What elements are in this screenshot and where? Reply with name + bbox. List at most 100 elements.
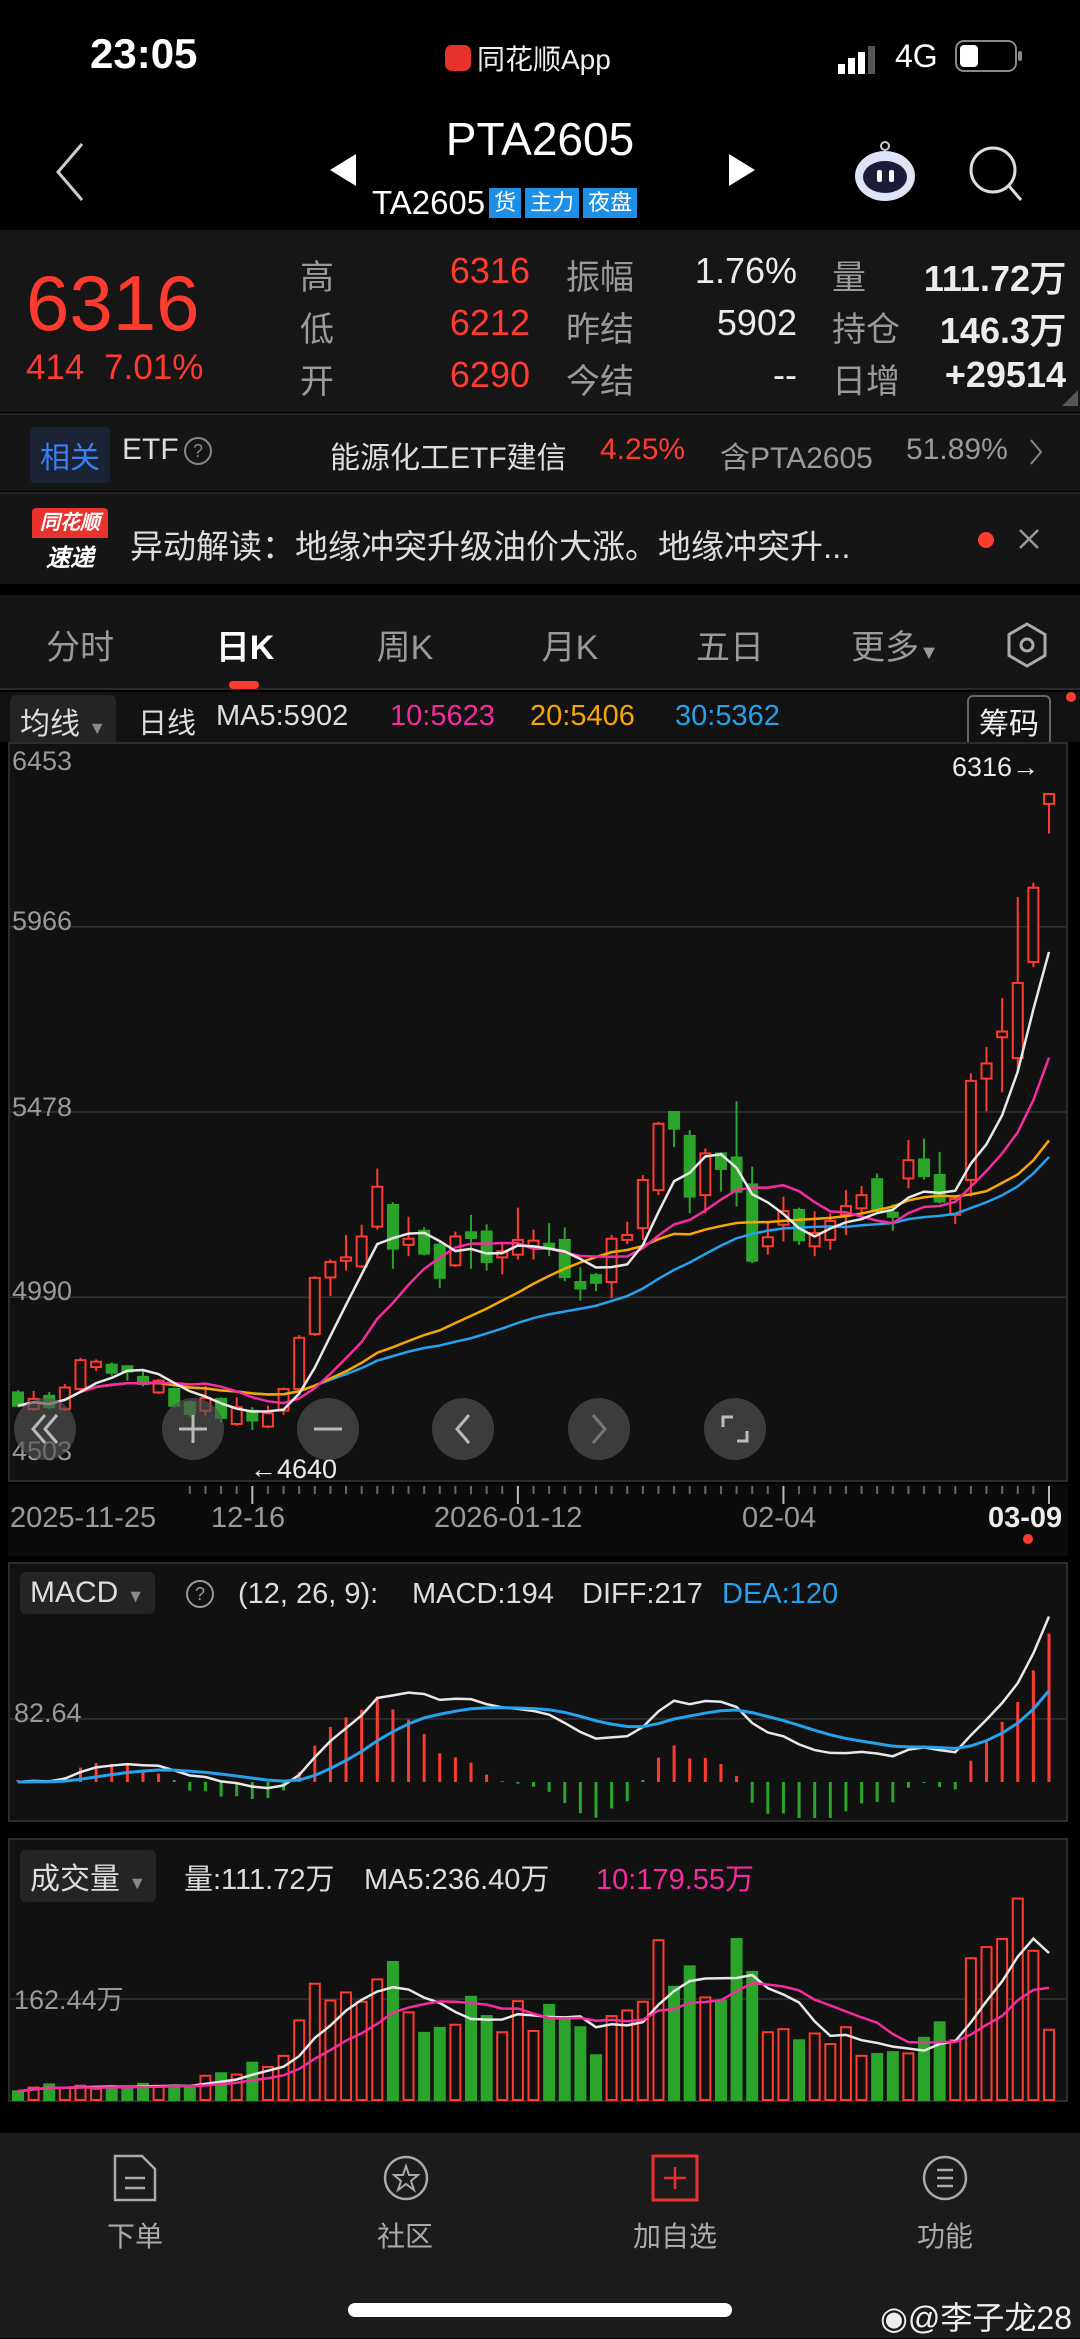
volume-bar-down [730, 1937, 743, 2101]
zoom-out-button[interactable] [297, 1398, 359, 1460]
candle-up [74, 1359, 87, 1391]
candle-up [340, 1256, 353, 1262]
volume-bar-up [371, 1978, 384, 2101]
nav-label: 加自选 [632, 2221, 717, 2252]
volume-bar-up [652, 1939, 665, 2101]
news-ticker[interactable]: 同花顺 速递 异动解读：地缘冲突升级油价大涨。地缘冲突升... [0, 492, 1080, 584]
next-contract-icon[interactable] [725, 152, 757, 188]
quote-value: 146.3万 [939, 310, 1066, 351]
dropdown-arrow-icon: ▼ [88, 718, 107, 738]
nav-label: 功能 [916, 2221, 973, 2252]
volume-bar-up [355, 2000, 368, 2101]
document-icon [113, 2154, 157, 2202]
candle-up [621, 1233, 634, 1241]
volume-bar-up [449, 2023, 462, 2101]
tab-weekly-k[interactable]: 周K [345, 620, 465, 669]
nav-add-watchlist[interactable]: 加自选 [575, 2153, 775, 2255]
scroll-to-start-button[interactable] [14, 1398, 76, 1460]
badge-futures: 货 [489, 188, 522, 218]
last-price: 6316 [26, 259, 200, 347]
ma30-value: 30:5362 [675, 700, 780, 732]
volume-bar-down [386, 1960, 399, 2101]
candle-up [636, 1178, 649, 1230]
chevron-right-icon [1030, 439, 1043, 465]
chips-button[interactable]: 筹码 [967, 695, 1051, 747]
menu-circle-icon [922, 2155, 968, 2201]
related-etf-row[interactable]: 相关 ETF ? 能源化工ETF建信 4.25% 含PTA2605 51.89% [0, 413, 1080, 491]
candle-down [386, 1203, 399, 1250]
volume-bar-down [746, 1970, 759, 2101]
home-indicator[interactable] [348, 2303, 732, 2317]
volume-bar-up [839, 2026, 852, 2101]
search-icon[interactable] [965, 142, 1027, 206]
scroll-left-button[interactable] [432, 1398, 494, 1460]
volume-bar-up [808, 2032, 821, 2102]
candle-up [1043, 792, 1055, 805]
candle-up [90, 1360, 103, 1369]
zoom-in-button[interactable] [162, 1398, 224, 1460]
volume-bar-down [418, 2031, 431, 2101]
help-icon[interactable]: ? [182, 435, 214, 467]
candle-up [371, 1185, 384, 1228]
etf-name[interactable]: 能源化工ETF建信 [330, 433, 567, 477]
volume-bar-up [902, 2052, 915, 2102]
volume-bar-down [668, 1985, 681, 2101]
candle-down [589, 1274, 602, 1284]
tab-more[interactable]: 更多▼ [835, 620, 955, 669]
badge-night: 夜盘 [583, 188, 638, 218]
volume-bar-up [777, 2028, 790, 2101]
scroll-right-button[interactable] [568, 1398, 630, 1460]
date-label: 2025-11-25 [10, 1502, 157, 1534]
quote-label: 低 [300, 311, 334, 349]
volume-bar-down [589, 2054, 602, 2101]
nav-order[interactable]: 下单 [35, 2153, 235, 2255]
expand-corner-icon[interactable] [1062, 390, 1078, 406]
volume-bar-up [824, 2043, 837, 2101]
tab-five-day[interactable]: 五日 [670, 620, 790, 669]
date-label: 12-16 [211, 1502, 286, 1534]
volume-bar-down [793, 2039, 806, 2102]
volume-bar-up [199, 2074, 212, 2102]
kline-chart[interactable] [0, 742, 1080, 1482]
fullscreen-button[interactable] [704, 1398, 766, 1460]
quote-value: 1.76% [694, 250, 797, 291]
unread-dot [978, 532, 994, 548]
plus-icon [179, 1415, 207, 1443]
weibo-icon: ◉ [880, 2300, 908, 2336]
candle-down [574, 1281, 587, 1290]
y-tick-label: 6453 [12, 746, 73, 776]
volume-bar-down [558, 2016, 571, 2101]
related-tag: 相关 [30, 427, 110, 483]
active-tab-indicator [229, 681, 259, 689]
last-price-marker: 6316→ [952, 752, 1040, 782]
tab-intraday[interactable]: 分时 [20, 620, 140, 669]
candle-down [480, 1230, 493, 1263]
candle-up [402, 1237, 415, 1246]
robot-assistant-icon[interactable] [850, 140, 920, 202]
nav-label: 下单 [106, 2221, 163, 2252]
prev-contract-icon[interactable] [328, 152, 360, 188]
quote-label: 高 [300, 259, 334, 297]
volume-bar-down [918, 2036, 931, 2101]
quote-label: 今结 [566, 363, 634, 401]
volume-bar-up [1027, 1949, 1040, 2102]
news-text[interactable]: 异动解读：地缘冲突升级油价大涨。地缘冲突升... [130, 520, 851, 568]
close-icon[interactable] [1016, 526, 1042, 552]
settings-hexagon-icon[interactable] [1003, 621, 1051, 669]
tab-daily-k[interactable]: 日K [185, 620, 305, 669]
nav-functions[interactable]: 功能 [845, 2153, 1045, 2255]
tab-monthly-k[interactable]: 月K [510, 620, 630, 669]
volume-bar-up [964, 1957, 977, 2101]
tab-more-label: 更多 [851, 629, 920, 667]
candle-down [105, 1363, 118, 1374]
y-tick-label: 5966 [12, 906, 73, 936]
indicator-selector[interactable]: 均线 ▼ [10, 695, 117, 747]
nav-community[interactable]: 社区 [305, 2153, 505, 2255]
double-chevron-left-icon [31, 1414, 59, 1444]
volume-bar-down [433, 2026, 446, 2101]
volume-bar-up [761, 2031, 774, 2101]
nav-label: 社区 [376, 2221, 433, 2252]
candle-up [308, 1276, 321, 1335]
volume-grid-label: 162.44万 [14, 1985, 124, 2015]
candle-down [668, 1111, 681, 1130]
